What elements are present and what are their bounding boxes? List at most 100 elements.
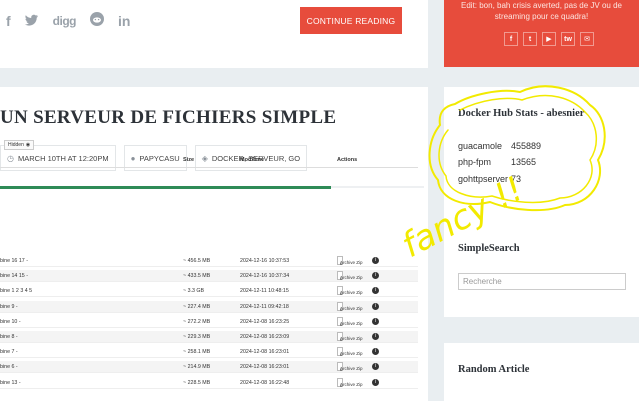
- table-row[interactable]: bine 14 15 - ~ 433.5 MB 2024-12-16 10:37:3…: [0, 270, 418, 283]
- download-icon: ⤓: [340, 351, 342, 357]
- file-modtime: 2024-12-08 16:22:48: [240, 379, 290, 386]
- file-table-header: Size ModTime Actions: [0, 152, 418, 168]
- archive-zip-button[interactable]: Archive Zip ⤓: [337, 316, 363, 326]
- download-icon: ⤓: [340, 305, 342, 311]
- archive-zip-button[interactable]: Archive Zip ⤓: [337, 256, 363, 265]
- archive-zip-label: Archive Zip: [340, 320, 363, 326]
- file-modtime: 2024-12-08 16:23:01: [240, 349, 290, 356]
- download-icon: ⤓: [340, 275, 342, 281]
- file-modtime: 2024-12-16 10:37:34: [240, 273, 290, 280]
- archive-zip-button[interactable]: Archive Zip ⤓: [337, 286, 363, 296]
- download-icon: ⤓: [340, 260, 342, 265]
- file-name[interactable]: bine 8 -: [0, 334, 18, 340]
- file-modtime: 2024-12-11 09:42:18: [240, 303, 289, 310]
- sidebar-widgets-card: Docker Hub Stats - abesnier guacamole 45…: [444, 87, 639, 317]
- column-size[interactable]: Size: [183, 157, 194, 163]
- file-modtime: 2024-12-08 16:23:25: [240, 318, 290, 325]
- table-row[interactable]: bine 8 - ~ 229.3 MB 2024-12-08 16:23:09 Arc…: [0, 331, 418, 343]
- announcement-text: Edit: bon, bah crisis averted, pas de JV…: [444, 0, 639, 22]
- file-size: ~ 228.5 MB: [183, 379, 211, 386]
- announcement-card: Edit: bon, bah crisis averted, pas de JV…: [444, 0, 639, 67]
- column-actions: Actions: [337, 157, 358, 163]
- archive-zip-button[interactable]: Archive Zip ⤓: [337, 362, 363, 372]
- follow-links: f t ▶ tw ✉: [504, 32, 594, 46]
- twitter-icon[interactable]: [24, 13, 39, 29]
- random-article-title: Random Article: [458, 364, 530, 375]
- stat-value: 13565: [511, 157, 537, 167]
- info-icon[interactable]: i: [372, 333, 379, 340]
- stat-guacamole: guacamole 455889: [458, 141, 541, 151]
- file-modtime: 2024-12-11 10:48:15: [240, 288, 289, 295]
- archive-zip-button[interactable]: Archive Zip ⤓: [337, 301, 363, 311]
- file-name[interactable]: bine 14 15 -: [0, 273, 28, 279]
- file-size: ~ 229.3 MB: [183, 334, 211, 340]
- linkedin-icon[interactable]: in: [118, 13, 130, 29]
- file-size: ~ 3.3 GB: [183, 288, 205, 295]
- facebook-icon[interactable]: f: [6, 13, 11, 29]
- table-row[interactable]: bine 13 - ~ 228.5 MB 2024-12-08 16:22:48 Ar…: [0, 377, 418, 389]
- hidden-toggle[interactable]: Hidden ◉: [4, 140, 35, 150]
- archive-zip-label: Archive Zip: [340, 275, 363, 281]
- stat-php-fpm: php-fpm 13565: [458, 157, 536, 167]
- file-size: ~ 272.2 MB: [183, 318, 211, 325]
- archive-zip-label: Archive Zip: [340, 336, 363, 341]
- mail-icon[interactable]: ✉: [580, 32, 594, 46]
- announcement-line-1: Edit: bon, bah crisis averted, pas de JV…: [461, 1, 622, 10]
- stat-gohttpserver: gohttpserver 73: [458, 174, 521, 184]
- info-icon[interactable]: i: [372, 272, 379, 280]
- download-icon: ⤓: [340, 336, 342, 341]
- share-links: f digg in: [6, 12, 130, 29]
- file-name[interactable]: bine 10 -: [0, 319, 21, 325]
- file-name[interactable]: bine 6 -: [0, 364, 18, 370]
- hidden-toggle-label: Hidden: [8, 142, 24, 148]
- file-name[interactable]: bine 13 -: [0, 380, 21, 386]
- info-icon[interactable]: i: [372, 302, 379, 310]
- facebook-icon[interactable]: f: [504, 32, 518, 46]
- archive-zip-button[interactable]: Archive Zip ⤓: [337, 271, 363, 281]
- stat-value: 73: [511, 174, 522, 184]
- search-title: SimpleSearch: [458, 243, 520, 254]
- post-title[interactable]: UN SERVEUR DE FICHIERS SIMPLE: [0, 107, 336, 129]
- random-article-card: Random Article: [444, 343, 639, 401]
- archive-zip-button[interactable]: Archive Zip ⤓: [337, 332, 363, 341]
- twitter-icon[interactable]: t: [523, 32, 537, 46]
- info-icon[interactable]: i: [372, 348, 379, 356]
- file-name[interactable]: bine 16 17 -: [0, 258, 28, 264]
- info-icon[interactable]: i: [372, 378, 379, 386]
- digg-icon[interactable]: digg: [53, 14, 77, 28]
- table-row[interactable]: bine 1 2 3 4 5 ~ 3.3 GB 2024-12-11 10:48:1…: [0, 285, 418, 298]
- table-row[interactable]: bine 7 - ~ 258.1 MB 2024-12-08 16:23:01 Arc…: [0, 346, 418, 359]
- info-icon[interactable]: i: [372, 317, 379, 325]
- file-size: ~ 258.1 MB: [183, 349, 211, 356]
- search-input[interactable]: [458, 273, 626, 290]
- stat-name: guacamole: [458, 141, 503, 151]
- file-name[interactable]: bine 7 -: [0, 349, 18, 355]
- file-size: ~ 227.4 MB: [183, 303, 211, 310]
- archive-zip-button[interactable]: Archive Zip ⤓: [337, 377, 363, 387]
- youtube-icon[interactable]: ▶: [542, 32, 556, 46]
- file-name[interactable]: bine 1 2 3 4 5: [0, 288, 32, 294]
- stat-name: gohttpserver: [458, 174, 509, 184]
- table-row[interactable]: bine 6 - ~ 214.9 MB 2024-12-08 16:23:01 Arc…: [0, 361, 418, 374]
- reddit-icon[interactable]: [90, 12, 104, 29]
- table-row[interactable]: bine 16 17 - ~ 456.5 MB 2024-12-16 10:37:5…: [0, 255, 418, 267]
- eye-icon: ◉: [25, 142, 31, 148]
- column-modtime[interactable]: ModTime: [240, 157, 264, 163]
- archive-zip-label: Archive Zip: [340, 381, 363, 387]
- info-icon[interactable]: i: [372, 257, 379, 264]
- continue-reading-button[interactable]: CONTINUE READING: [300, 7, 402, 34]
- docker-stats-title: Docker Hub Stats - abesnier: [458, 108, 585, 119]
- stat-name: php-fpm: [458, 157, 492, 167]
- archive-zip-button[interactable]: Archive Zip ⤓: [337, 347, 363, 357]
- table-row[interactable]: bine 9 - ~ 227.4 MB 2024-12-11 09:42:18 Arc…: [0, 300, 418, 313]
- announcement-line-2: streaming pour ce quadra!: [494, 12, 589, 21]
- file-modtime: 2024-12-16 10:37:53: [240, 258, 290, 264]
- info-icon[interactable]: i: [372, 287, 379, 295]
- download-icon: ⤓: [340, 320, 342, 326]
- file-name[interactable]: bine 9 -: [0, 304, 18, 310]
- file-size: ~ 214.9 MB: [183, 364, 211, 371]
- info-icon[interactable]: i: [372, 363, 379, 371]
- table-row[interactable]: bine 10 - ~ 272.2 MB 2024-12-08 16:23:25 Ar…: [0, 316, 418, 328]
- twitch-icon[interactable]: tw: [561, 32, 575, 46]
- share-card: f digg in CONTINUE READING: [0, 0, 428, 68]
